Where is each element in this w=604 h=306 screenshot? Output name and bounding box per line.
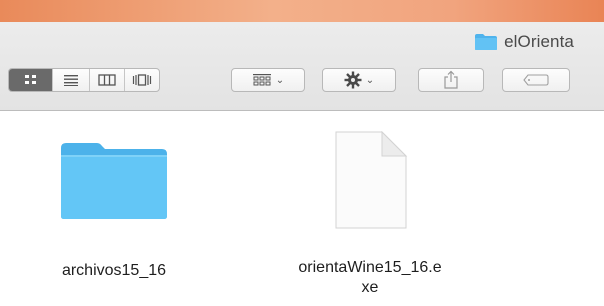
coverflow-icon (132, 74, 152, 86)
chevron-down-icon: ⌄ (365, 74, 375, 86)
window-title: elOrienta (474, 32, 574, 52)
list-view-button[interactable] (52, 69, 89, 91)
share-icon (444, 70, 458, 89)
gear-icon (344, 71, 362, 89)
window-top-edge (0, 0, 604, 22)
icon-view-button[interactable] (9, 69, 52, 91)
columns-icon (98, 74, 116, 86)
coverflow-view-button[interactable] (124, 69, 159, 91)
arrange-grid-icon (252, 74, 271, 86)
file-name: orientaWine15_16.e xe (298, 259, 442, 296)
file-name: archivos15_16 (61, 262, 167, 279)
list-icon (64, 75, 78, 86)
tag-button[interactable] (502, 68, 570, 92)
folder-icon (474, 33, 498, 51)
file-item-exe[interactable]: orientaWine15_16.e xe (270, 130, 470, 298)
action-button[interactable]: ⌄ (322, 68, 396, 92)
column-view-button[interactable] (89, 69, 124, 91)
window-title-text: elOrienta (504, 32, 574, 51)
chevron-down-icon: ⌄ (275, 74, 285, 86)
tag-icon (523, 74, 549, 86)
share-button[interactable] (418, 68, 484, 92)
file-item-folder[interactable]: archivos15_16 (44, 140, 184, 281)
view-mode-control (8, 68, 160, 92)
arrange-button[interactable]: ⌄ (231, 68, 305, 92)
grid-icon (24, 75, 36, 84)
finder-toolbar: elOrienta ⌄ ⌄ (0, 22, 604, 111)
document-icon (335, 130, 408, 229)
folder-icon (61, 143, 167, 219)
